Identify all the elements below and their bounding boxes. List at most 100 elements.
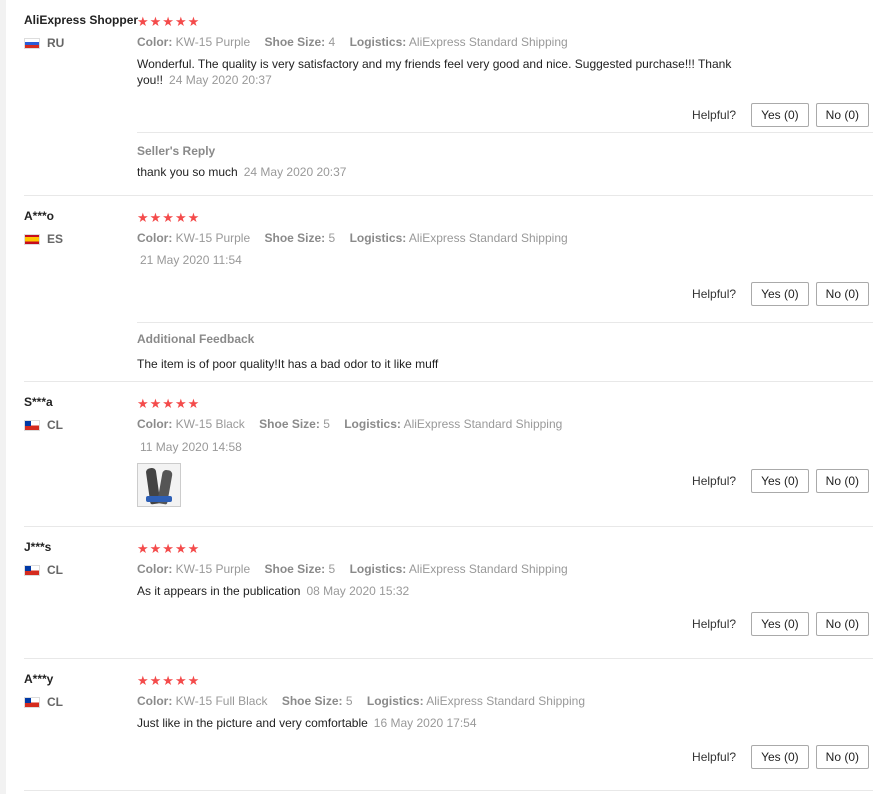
star-rating: ★★★★★	[137, 14, 201, 29]
shoe-size-value: 5	[328, 562, 336, 576]
helpful-yes-button[interactable]: Yes (0)	[751, 469, 809, 493]
shoe-size-label: Shoe Size:	[259, 417, 320, 431]
seller-reply-title: Seller's Reply	[137, 144, 216, 158]
review-divider	[24, 526, 873, 527]
review-body: As it appears in the publication	[137, 584, 301, 598]
reviewer-country: CL	[24, 563, 63, 577]
reviewer-name: A***y	[24, 672, 54, 686]
review-text: As it appears in the publication 08 May 2…	[137, 583, 777, 599]
seller-reply-body: thank you so much	[137, 165, 238, 179]
additional-feedback-text: The item is of poor quality!It has a bad…	[137, 357, 439, 371]
review-text: 11 May 2020 14:58	[137, 439, 777, 455]
seller-reply-text: thank you so much 24 May 2020 20:37	[137, 165, 346, 179]
review-attributes: Color: KW-15 Purple Shoe Size: 5 Logisti…	[137, 562, 579, 576]
helpful-controls: Helpful? Yes (0) No (0)	[692, 103, 869, 127]
reviewer-country: ES	[24, 232, 63, 246]
review-attributes: Color: KW-15 Purple Shoe Size: 4 Logisti…	[137, 35, 579, 49]
helpful-yes-button[interactable]: Yes (0)	[751, 745, 809, 769]
country-code: RU	[47, 36, 65, 50]
review-date: 08 May 2020 15:32	[306, 584, 410, 598]
shoe-size-label: Shoe Size:	[281, 694, 343, 708]
logistics-label: Logistics:	[344, 417, 401, 431]
helpful-no-button[interactable]: No (0)	[815, 282, 869, 306]
review-divider	[24, 790, 873, 791]
chile-flag-icon	[24, 564, 40, 576]
review-divider	[24, 658, 873, 659]
shoe-size-value: 5	[345, 694, 353, 708]
country-code: CL	[47, 695, 63, 709]
reviewer-country: CL	[24, 695, 63, 709]
shoe-size-value: 5	[323, 417, 330, 431]
helpful-label: Helpful?	[692, 750, 737, 764]
reviewer-country: CL	[24, 418, 63, 432]
chile-flag-icon	[24, 419, 40, 431]
logistics-value: AliExpress Standard Shipping	[408, 35, 568, 49]
color-label: Color:	[137, 231, 173, 245]
review-text: Just like in the picture and very comfor…	[137, 715, 777, 731]
country-code: CL	[47, 418, 63, 432]
helpful-yes-button[interactable]: Yes (0)	[751, 612, 809, 636]
helpful-controls: Helpful? Yes (0) No (0)	[692, 745, 869, 769]
logistics-label: Logistics:	[349, 35, 407, 49]
review-attributes: Color: KW-15 Purple Shoe Size: 5 Logisti…	[137, 231, 579, 245]
star-rating: ★★★★★	[137, 210, 201, 225]
helpful-yes-button[interactable]: Yes (0)	[751, 282, 809, 306]
shoe-size-label: Shoe Size:	[264, 562, 326, 576]
helpful-controls: Helpful? Yes (0) No (0)	[692, 469, 869, 493]
review-attributes: Color: KW-15 Full Black Shoe Size: 5 Log…	[137, 694, 596, 708]
review-date: 21 May 2020 11:54	[140, 253, 242, 267]
reviewer-name: J***s	[24, 540, 52, 554]
helpful-no-button[interactable]: No (0)	[815, 103, 869, 127]
color-value: KW-15 Full Black	[175, 694, 268, 708]
review-photo-thumbnail[interactable]	[137, 463, 181, 507]
logistics-value: AliExpress Standard Shipping	[426, 694, 585, 708]
review-text: 21 May 2020 11:54	[137, 252, 777, 268]
review-date: 24 May 2020 20:37	[169, 73, 272, 87]
review-divider	[24, 195, 873, 196]
helpful-no-button[interactable]: No (0)	[815, 612, 869, 636]
color-value: KW-15 Black	[175, 417, 245, 431]
review-date: 11 May 2020 14:58	[140, 440, 242, 454]
seller-reply-date: 24 May 2020 20:37	[243, 165, 347, 179]
star-rating: ★★★★★	[137, 541, 201, 556]
additional-feedback-title: Additional Feedback	[137, 332, 255, 346]
color-label: Color:	[137, 562, 173, 576]
color-value: KW-15 Purple	[175, 35, 251, 49]
color-label: Color:	[137, 694, 173, 708]
helpful-label: Helpful?	[692, 108, 737, 122]
star-rating: ★★★★★	[137, 673, 201, 688]
divider	[137, 322, 873, 323]
shoe-size-value: 4	[328, 35, 336, 49]
color-label: Color:	[137, 417, 173, 431]
helpful-no-button[interactable]: No (0)	[815, 745, 869, 769]
reviewer-country: RU	[24, 36, 64, 50]
helpful-no-button[interactable]: No (0)	[815, 469, 869, 493]
logistics-label: Logistics:	[349, 562, 407, 576]
helpful-yes-button[interactable]: Yes (0)	[751, 103, 809, 127]
helpful-label: Helpful?	[692, 474, 737, 488]
shoe-size-label: Shoe Size:	[264, 231, 326, 245]
helpful-controls: Helpful? Yes (0) No (0)	[692, 282, 869, 306]
helpful-label: Helpful?	[692, 617, 737, 631]
review-attributes: Color: KW-15 Black Shoe Size: 5 Logistic…	[137, 417, 573, 431]
logistics-label: Logistics:	[349, 231, 407, 245]
logistics-value: AliExpress Standard Shipping	[408, 562, 568, 576]
review-divider	[24, 381, 873, 382]
shoe-image-part	[146, 496, 172, 502]
reviewer-name: A***o	[24, 209, 55, 223]
color-value: KW-15 Purple	[175, 562, 251, 576]
shoe-size-label: Shoe Size:	[264, 35, 326, 49]
spain-flag-icon	[24, 233, 40, 245]
shoe-size-value: 5	[328, 231, 336, 245]
page-left-edge	[0, 0, 6, 794]
review-body: Just like in the picture and very comfor…	[137, 716, 368, 730]
country-code: ES	[47, 232, 64, 246]
reviewer-name: S***a	[24, 395, 53, 409]
reviewer-name: AliExpress Shopper	[24, 13, 139, 27]
helpful-controls: Helpful? Yes (0) No (0)	[692, 612, 869, 636]
review-text: Wonderful. The quality is very satisfact…	[137, 56, 777, 88]
logistics-value: AliExpress Standard Shipping	[408, 231, 568, 245]
divider	[137, 132, 873, 133]
star-rating: ★★★★★	[137, 396, 201, 411]
country-code: CL	[47, 563, 63, 577]
